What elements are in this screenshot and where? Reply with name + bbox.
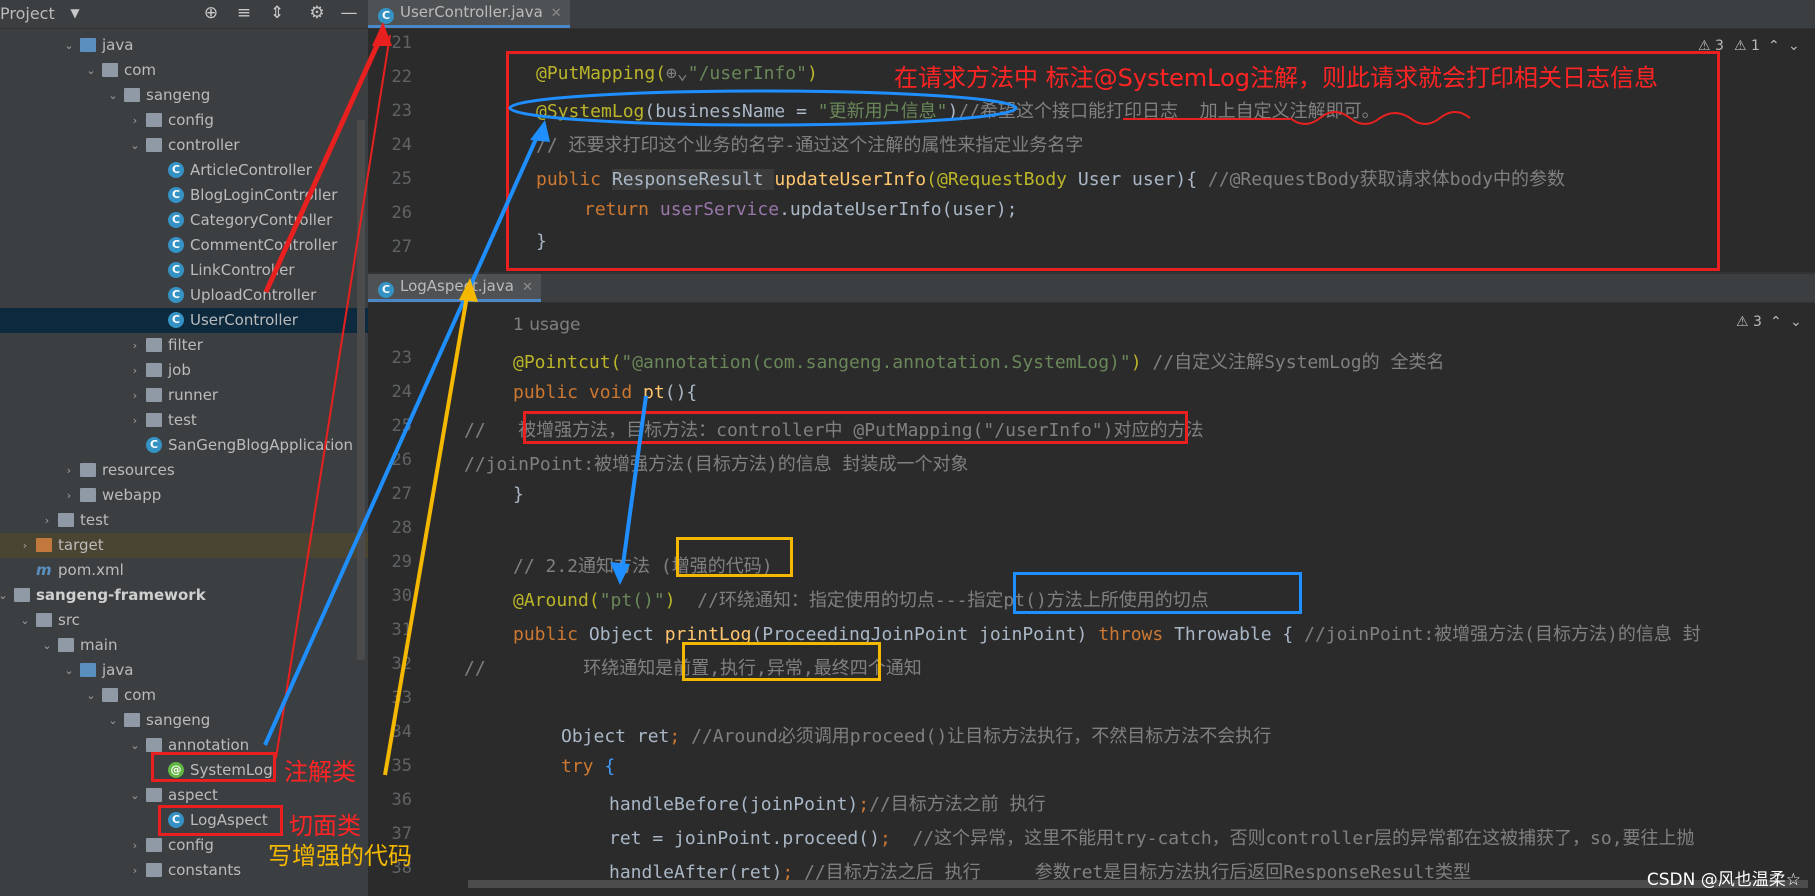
arrow-yellow-to-logaspect xyxy=(383,289,470,776)
arrow-red-to-usercontroller xyxy=(263,30,386,294)
watermark: CSDN @风也温柔☆ xyxy=(1646,870,1801,890)
arrow-blue-to-systemlog xyxy=(263,129,542,746)
arrow-blue-pt xyxy=(620,395,648,573)
ellipse-systemlog xyxy=(508,89,1018,127)
arrowhead-blue xyxy=(530,120,550,142)
arrowhead-blue-pt xyxy=(610,562,630,585)
arrowhead-yellow xyxy=(459,278,478,302)
annotation-overlay xyxy=(263,22,1471,776)
squiggle-red xyxy=(1289,111,1471,125)
